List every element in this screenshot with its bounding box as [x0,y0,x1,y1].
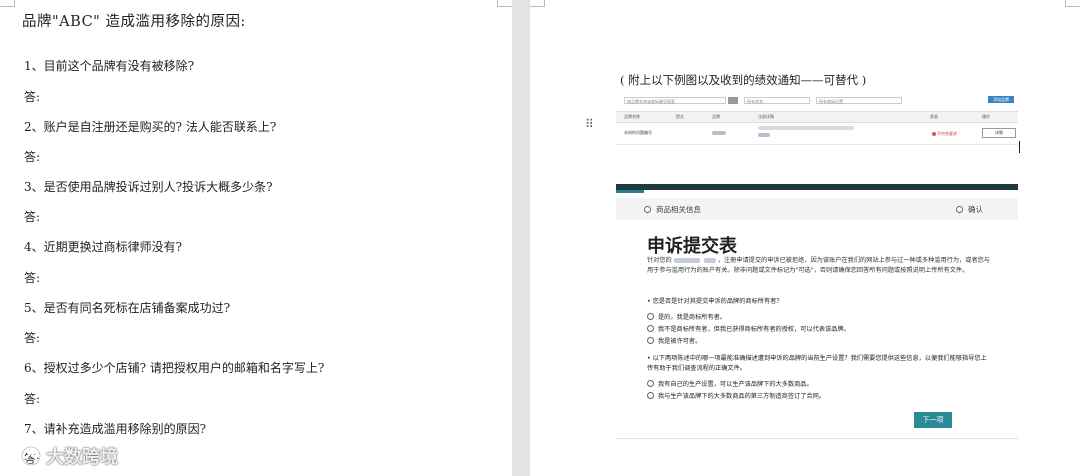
step-bar: 商品相关信息 确认 [616,198,1018,220]
page-corner-mark [497,0,512,7]
radio-option[interactable]: 我不是商标所有者，但我已获得商标所有者的授权，可以代表该品牌。 [647,324,850,333]
row-action-button[interactable]: 详细 [982,128,1016,138]
answer-2[interactable]: 答: [24,148,40,165]
step-label: 商品相关信息 [656,205,701,214]
question-5: 5、是否有同名死标在店铺备案成功过? [24,301,231,315]
table-row: 未知的问题编号 不符合要求 详细 [616,122,1018,145]
search-icon[interactable] [728,97,738,104]
status-text: 不符合要求 [937,131,957,136]
form-divider [616,438,1018,439]
location-filter[interactable]: 所有商标位置 [816,97,902,104]
step-circle-icon [956,206,963,213]
page-corner-mark [1065,0,1080,7]
question-7: 7、请补充造成滥用移除别的原因? [24,422,207,436]
example-caption: ( 附上以下例图以及收到的绩效通知——可替代 ) [620,73,867,87]
radio-icon[interactable] [647,325,654,332]
status-filter[interactable]: 所有状态 [744,97,810,104]
redacted-value [712,131,726,135]
question-1: 1、目前这个品牌有没有被移除? [24,59,195,73]
watermark: 大数跨境 [20,443,118,469]
question-2: 2、账户是自注册还是购买的? 法人能否联系上? [24,120,277,134]
step-label: 确认 [968,205,983,214]
column-header: 状态 [930,114,938,119]
question-6: 6、授权过多少个店铺? 请把授权用户的邮箱和名字写上? [24,361,325,375]
option-label: 我不是商标所有者，但我已获得商标所有者的授权，可以代表该品牌。 [658,326,850,333]
answer-4[interactable]: 答: [24,269,40,286]
radio-icon[interactable] [647,313,654,320]
radio-option[interactable]: 我是被许可者。 [647,336,701,345]
watermark-logo-icon [20,445,42,467]
question-trademark-owner: • 您是否是针对其提交申诉的品牌的商标所有者？ [647,298,783,305]
error-icon [932,132,936,136]
answer-6[interactable]: 答: [24,390,40,407]
progress-bar [616,184,1018,190]
table-search-input[interactable]: 按品牌名称或商标编号搜索 [624,97,726,104]
appeal-form-screenshot: 商品相关信息 确认 申诉提交表 针对您的 ，注册申请提交的申诉已被拒绝，因为该账户… [616,184,1018,444]
redacted-value [758,133,770,137]
redacted-value [673,257,700,263]
question-4: 4、近期更换过商标律师没有? [24,240,183,254]
radio-option[interactable]: 是的，我是商标所有者。 [647,312,726,321]
radio-icon[interactable] [647,337,654,344]
question-3: 3、是否使用品牌投诉过别人?投诉大概多少条? [24,180,273,194]
option-label: 我有自己的生产设置，可以生产该品牌下的大多数商品。 [658,381,813,388]
option-label: 是的，我是商标所有者。 [658,314,727,321]
step-product-info[interactable]: 商品相关信息 [644,204,701,215]
form-description: 针对您的 ，注册申请提交的申诉已被拒绝，因为该账户在我们的网站上参与过一种或多种滥… [647,256,992,275]
row-name: 未知的问题编号 [624,130,652,135]
column-header: 品牌名称 [624,114,640,119]
page-corner-mark [530,0,545,7]
radio-icon[interactable] [647,392,654,399]
step-circle-icon [644,206,651,213]
option-label: 我与生产该品牌下的大多数商品的第三方制造商签订了合同。 [658,393,826,400]
column-header: 品牌 [712,114,720,119]
question-production-setup: • 以下两项陈述中的哪一项最能准确描述遭到申诉的品牌的当前生产设置？我们需要您提… [647,355,987,372]
redacted-value [758,126,854,130]
left-document-page: 品牌"ABC" 造成滥用移除的原因: 1、目前这个品牌有没有被移除? 答: 2、… [0,0,512,476]
radio-option[interactable]: 我与生产该品牌下的大多数商品的第三方制造商签订了合同。 [647,391,825,400]
next-button[interactable]: 下一项 [914,412,952,428]
document-title: 品牌"ABC" 造成滥用移除的原因: [22,14,246,30]
text-cursor [1019,141,1020,153]
answer-5[interactable]: 答: [24,329,40,346]
step-confirm[interactable]: 确认 [956,204,983,215]
column-header: 操作 [982,114,990,119]
radio-icon[interactable] [647,380,654,387]
description-text: 针对您的 [647,257,672,264]
answer-1[interactable]: 答: [24,88,40,105]
answer-3[interactable]: 答: [24,208,40,225]
right-document-page: ( 附上以下例图以及收到的绩效通知——可替代 ) ⠿ 按品牌名称或商标编号搜索 … [530,0,1080,476]
drag-handle-icon[interactable]: ⠿ [585,117,594,131]
option-label: 我是被许可者。 [658,338,702,345]
column-header: 提交 [676,114,684,119]
radio-option[interactable]: 我有自己的生产设置，可以生产该品牌下的大多数商品。 [647,379,813,388]
progress-indicator [616,190,644,193]
brand-table-screenshot: 按品牌名称或商标编号搜索 所有状态 所有商标位置 添加品牌 品牌名称 提交 品牌… [616,95,1018,151]
watermark-text: 大数跨境 [46,447,118,468]
add-brand-button[interactable]: 添加品牌 [988,96,1014,103]
column-header: 注册详情 [758,114,774,119]
table-toolbar: 按品牌名称或商标编号搜索 所有状态 所有商标位置 添加品牌 [616,95,1018,107]
redacted-value [703,257,716,263]
page-corner-mark [0,0,15,7]
status-badge: 不符合要求 [932,131,957,137]
form-title: 申诉提交表 [647,236,737,257]
